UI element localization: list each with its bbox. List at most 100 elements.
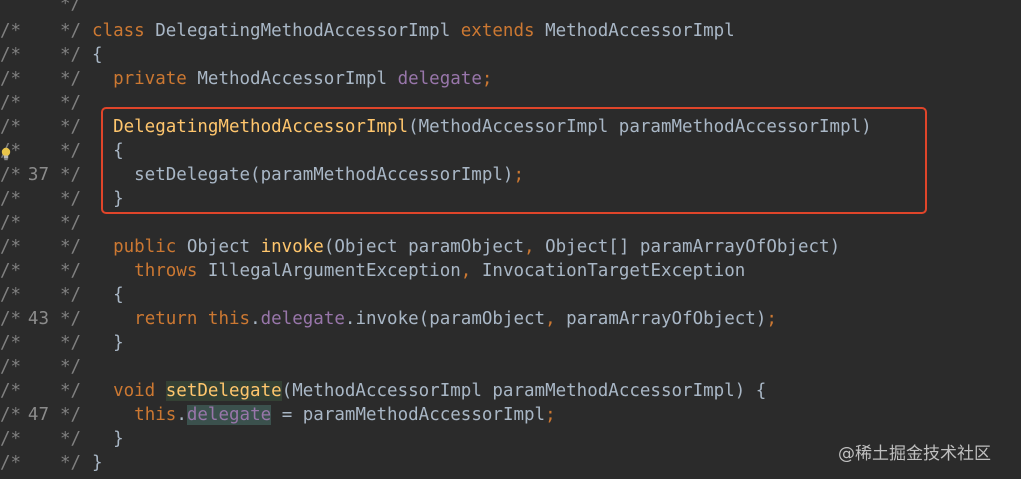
- code-token: = paramMethodAccessorImpl: [271, 405, 546, 425]
- gutter-comment-close: */: [60, 141, 82, 161]
- keyword-token: ;: [481, 69, 493, 89]
- keyword-token: ,: [524, 237, 546, 257]
- gutter-comment-open: /*: [0, 357, 22, 377]
- code-line[interactable]: /* */: [0, 355, 1021, 379]
- gutter-comment-close: */: [60, 21, 82, 41]
- code-line[interactable]: /* */: [0, 211, 1021, 235]
- gutter-comment-close: */: [60, 69, 82, 89]
- code-text[interactable]: class DelegatingMethodAccessorImpl exten…: [92, 19, 735, 43]
- lightbulb-icon[interactable]: [0, 146, 12, 161]
- code-line[interactable]: */: [0, 0, 1021, 16]
- code-token: {: [92, 285, 124, 305]
- code-token: DelegatingMethodAccessorImpl: [155, 21, 461, 41]
- line-number: 37: [27, 165, 49, 185]
- code-token: Object[] paramArrayOfObject): [545, 237, 841, 257]
- gutter-comment-open: /*: [0, 213, 22, 233]
- code-line[interactable]: /* */ private MethodAccessorImpl delegate…: [0, 67, 1021, 91]
- keyword-token: class: [92, 21, 156, 41]
- code-text[interactable]: {: [92, 43, 103, 67]
- gutter-comment-open: /*: [0, 405, 22, 425]
- keyword-token: public: [113, 237, 187, 257]
- code-line[interactable]: /* */ }: [0, 331, 1021, 355]
- watermark: @稀土掘金技术社区: [838, 444, 991, 464]
- line-number: 47: [27, 405, 49, 425]
- code-text[interactable]: this.delegate = paramMethodAccessorImpl;: [92, 403, 556, 427]
- code-token: }: [92, 429, 124, 449]
- field-token: delegate: [397, 69, 482, 89]
- gutter-comment-open: /*: [0, 117, 22, 137]
- code-editor[interactable]: */ /* */ class DelegatingMethodAccessorImpl…: [0, 0, 1021, 479]
- code-token: InvocationTargetException: [481, 261, 746, 281]
- code-text[interactable]: public Object invoke(Object paramObject,…: [92, 235, 840, 259]
- code-text[interactable]: private MethodAccessorImpl delegate;: [92, 67, 492, 91]
- method-name-token-highlighted: setDelegate: [165, 381, 282, 401]
- code-text[interactable]: }: [92, 427, 124, 451]
- gutter-comment-close: */: [60, 117, 82, 137]
- code-line[interactable]: /* */ void setDelegate(MethodAccessorImpl…: [0, 379, 1021, 403]
- code-token: paramArrayOfObject): [566, 309, 767, 329]
- code-line[interactable]: /* */ throws IllegalArgumentException, In…: [0, 259, 1021, 283]
- code-line[interactable]: /* */ {: [0, 43, 1021, 67]
- code-token: IllegalArgumentException: [207, 261, 461, 281]
- keyword-token: extends: [460, 21, 546, 41]
- code-token: }: [92, 333, 124, 353]
- code-token: .: [176, 405, 187, 425]
- method-name-token: invoke: [260, 237, 324, 257]
- code-line[interactable]: /* 47 */ this.delegate = paramMethodAccess…: [0, 403, 1021, 427]
- gutter-comment-open: /*: [0, 45, 22, 65]
- gutter-comment-close: */: [60, 309, 82, 329]
- code-text[interactable]: }: [92, 451, 103, 475]
- code-token: MethodAccessorImpl: [545, 21, 735, 41]
- code-token: (MethodAccessorImpl paramMethodAccessorI…: [281, 381, 767, 401]
- code-line[interactable]: /* */ {: [0, 283, 1021, 307]
- code-text[interactable]: {: [92, 283, 124, 307]
- keyword-token: ;: [545, 405, 556, 425]
- code-text[interactable]: throws IllegalArgumentException, Invocat…: [92, 259, 745, 283]
- code-text[interactable]: }: [92, 331, 124, 355]
- keyword-token: ,: [545, 309, 567, 329]
- code-line[interactable]: /* */ class DelegatingMethodAccessorImpl e…: [0, 19, 1021, 43]
- code-token: MethodAccessorImpl: [197, 69, 398, 89]
- code-token: (Object paramObject: [323, 237, 525, 257]
- gutter-comment-close: */: [60, 237, 82, 257]
- code-token: .: [250, 309, 261, 329]
- field-token-highlighted: delegate: [186, 405, 272, 425]
- gutter-comment-close: */: [60, 405, 82, 425]
- code-text[interactable]: void setDelegate(MethodAccessorImpl para…: [92, 379, 766, 403]
- code-text[interactable]: return this.delegate.invoke(paramObject,…: [92, 307, 777, 331]
- gutter-comment-open: /*: [0, 309, 22, 329]
- gutter-comment-close: */: [60, 429, 82, 449]
- code-token: .invoke(paramObject: [344, 309, 546, 329]
- gutter-comment-open: /*: [0, 237, 22, 257]
- gutter-comment-close: */: [60, 261, 82, 281]
- gutter-comment-open: /*: [0, 285, 22, 305]
- gutter-comment-open: /*: [0, 261, 22, 281]
- gutter-comment-close: */: [60, 45, 82, 65]
- keyword-token: ;: [766, 309, 777, 329]
- gutter-comment-close: */: [60, 189, 82, 209]
- highlight-box: [101, 107, 927, 214]
- code-line[interactable]: /* */ public Object invoke(Object paramOb…: [0, 235, 1021, 259]
- gutter-comment-open: /*: [0, 381, 22, 401]
- field-token: delegate: [260, 309, 345, 329]
- code-line[interactable]: /* 43 */ return this.delegate.invoke(param…: [0, 307, 1021, 331]
- code-token: Object: [186, 237, 261, 257]
- gutter-comment-close: */: [60, 333, 82, 353]
- code-token: }: [92, 453, 103, 473]
- gutter-comment-close: */: [60, 93, 82, 113]
- gutter-comment-open: /*: [0, 333, 22, 353]
- gutter-comment-close: */: [60, 0, 82, 14]
- keyword-token: throws: [134, 261, 208, 281]
- gutter-comment-close: */: [60, 357, 82, 377]
- gutter-comment-open: /*: [0, 453, 22, 473]
- gutter-comment-open: /*: [0, 429, 22, 449]
- code-token: {: [92, 45, 103, 65]
- gutter-comment-close: */: [60, 285, 82, 305]
- gutter-comment-open: /*: [0, 93, 22, 113]
- gutter-comment-open: /*: [0, 69, 22, 89]
- line-number: 43: [27, 309, 49, 329]
